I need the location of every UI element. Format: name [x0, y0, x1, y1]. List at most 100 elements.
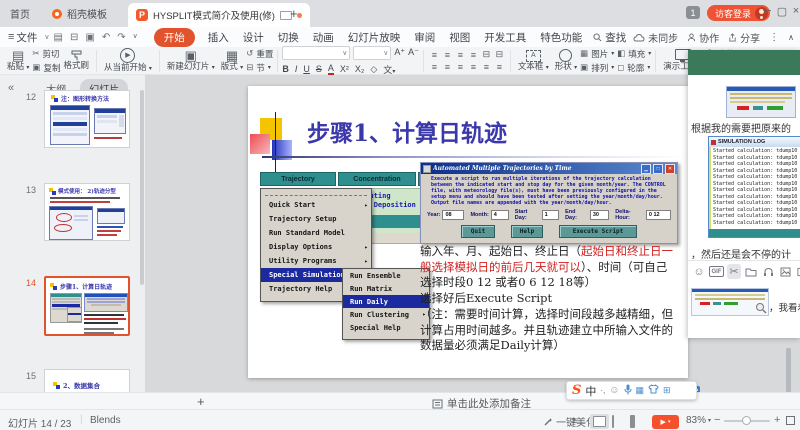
- tab-view[interactable]: 视图: [449, 30, 470, 45]
- clear-format-button[interactable]: ◇: [370, 64, 377, 75]
- section-button[interactable]: ⊟节 ▾: [246, 62, 273, 74]
- collaborate-button[interactable]: 协作: [687, 30, 719, 45]
- distribute-button[interactable]: ≡: [484, 62, 489, 72]
- notification-badge[interactable]: 1: [686, 6, 700, 19]
- minimize-button[interactable]: ─: [760, 5, 774, 17]
- canvas-scrollbar[interactable]: [786, 348, 791, 394]
- copy-button[interactable]: ▣复制: [32, 62, 60, 74]
- tab-design[interactable]: 设计: [243, 30, 264, 45]
- more-menu-icon[interactable]: ⋮: [769, 32, 779, 43]
- ime-punctuation[interactable]: ·,: [600, 386, 605, 395]
- hysplit-menu-screenshot[interactable]: or computing on, and Deposition Trajecto…: [258, 172, 422, 338]
- ime-skin-icon[interactable]: [648, 384, 659, 397]
- collapse-panel-icon[interactable]: «: [8, 82, 14, 94]
- chat-input-image[interactable]: [691, 288, 769, 316]
- ime-mode-chinese[interactable]: 中: [585, 383, 596, 399]
- font-family-select[interactable]: ∨: [282, 46, 350, 60]
- arrange-button[interactable]: ▣排列▾: [580, 62, 614, 74]
- file-menu[interactable]: 文件: [16, 30, 37, 45]
- sync-status[interactable]: 未同步: [633, 30, 678, 45]
- screenshot-scissors-icon[interactable]: ✂: [727, 264, 741, 279]
- font-size-select[interactable]: ∨: [353, 46, 391, 60]
- normal-view-button[interactable]: [590, 414, 609, 429]
- reading-view-button[interactable]: [630, 416, 635, 427]
- align-left-button[interactable]: ≡: [432, 62, 437, 72]
- slide-thumbnail-15[interactable]: 2、数据集合: [44, 369, 130, 392]
- layout-button[interactable]: ▦ 版式 ▾: [218, 49, 246, 72]
- align-right-button[interactable]: ≡: [458, 62, 463, 72]
- new-slide-button[interactable]: ▣ 新建幻灯片 ▾: [164, 49, 218, 72]
- line-spacing-button[interactable]: ≡: [497, 62, 502, 72]
- restore-button[interactable]: ▢: [775, 5, 789, 18]
- sogou-logo[interactable]: S: [572, 383, 581, 398]
- strikethrough-button[interactable]: S: [316, 64, 322, 74]
- tab-docer[interactable]: 稻壳模板: [44, 4, 115, 23]
- new-tab-button[interactable]: +: [282, 4, 306, 23]
- emoji-icon[interactable]: ☺: [692, 264, 706, 279]
- tab-start[interactable]: 开始: [154, 28, 195, 47]
- paste-button[interactable]: ▤ 粘贴 ▾: [4, 49, 32, 72]
- tab-home[interactable]: 首页: [2, 4, 38, 23]
- tab-devtools[interactable]: 开发工具: [484, 30, 526, 45]
- more-tools-icon[interactable]: [795, 264, 800, 279]
- text-direction-button[interactable]: ⊟: [496, 49, 504, 60]
- slideshow-play-button[interactable]: ▶▾: [652, 415, 679, 429]
- find-entry[interactable]: 查找: [593, 30, 626, 45]
- add-slide-button[interactable]: +: [197, 394, 205, 409]
- zoom-slider-knob[interactable]: [742, 416, 751, 425]
- chat-image-dialog[interactable]: [726, 86, 796, 118]
- bold-button[interactable]: B: [282, 64, 289, 74]
- play-from-current-button[interactable]: ▶ 从当前开始 ▾: [101, 48, 155, 73]
- increase-font-button[interactable]: A⁺: [394, 47, 405, 58]
- slide-body-text[interactable]: 输入年、月、起始日、终止日（起始日和终止日一般选择模拟日的前后几天就可以）、时间…: [420, 244, 678, 306]
- hamburger-icon[interactable]: ≡: [8, 31, 14, 43]
- format-painter-button[interactable]: 格式刷: [60, 50, 92, 70]
- ime-keyboard-icon[interactable]: ▦: [636, 385, 645, 396]
- more-caret-icon[interactable]: ∨: [133, 32, 138, 43]
- theme-name[interactable]: Blends: [90, 415, 121, 426]
- justify-button[interactable]: ≡: [471, 62, 476, 72]
- phonetic-button[interactable]: 文▾: [383, 63, 395, 76]
- chat-window-header[interactable]: [688, 50, 800, 75]
- hysplit-dialog-screenshot[interactable]: Automated Multiple Trajectories by Time …: [420, 162, 678, 244]
- cut-button[interactable]: ✂剪切: [32, 48, 60, 60]
- print-icon[interactable]: ⊟: [70, 32, 78, 43]
- columns-button[interactable]: ⊟: [483, 49, 491, 60]
- file-folder-icon[interactable]: [744, 264, 758, 279]
- save-icon[interactable]: ▤: [54, 32, 63, 43]
- tab-review[interactable]: 审阅: [414, 30, 435, 45]
- indent-button[interactable]: ≡: [471, 50, 476, 60]
- audio-headset-icon[interactable]: [761, 264, 775, 279]
- decrease-font-button[interactable]: A⁻: [408, 47, 419, 58]
- reset-button[interactable]: ↺重置: [246, 48, 273, 60]
- sidebar-scrollbar[interactable]: [140, 90, 144, 285]
- underline-button[interactable]: U: [303, 64, 310, 74]
- slide-title[interactable]: 步骤1、计算日轨迹: [307, 114, 507, 148]
- numbering-button[interactable]: ≡: [445, 50, 450, 60]
- close-button[interactable]: ×: [789, 5, 800, 17]
- slide-thumbnail-13[interactable]: 模式使用： 2)轨迹分型: [44, 183, 130, 241]
- notes-toggle-icon[interactable]: ≡: [572, 416, 578, 427]
- align-center-button[interactable]: ≡: [445, 62, 450, 72]
- tab-transition[interactable]: 切换: [278, 30, 299, 45]
- redo-icon[interactable]: ↷: [117, 32, 125, 43]
- tab-slideshow[interactable]: 幻灯片放映: [348, 30, 401, 45]
- ime-emoji-icon[interactable]: ☺: [609, 385, 619, 396]
- outdent-button[interactable]: ≡: [458, 50, 463, 60]
- preview-icon[interactable]: ▣: [85, 32, 94, 43]
- tab-animation[interactable]: 动画: [313, 30, 334, 45]
- collapse-ribbon-icon[interactable]: ∧: [788, 33, 794, 42]
- outline-button[interactable]: ◻轮廓▾: [617, 62, 650, 74]
- ime-toolbox-icon[interactable]: ⊞: [663, 385, 671, 396]
- fill-button[interactable]: ◧填充▾: [617, 48, 651, 60]
- slide-thumbnail-12[interactable]: 注：图形转换方法: [44, 90, 130, 148]
- tab-insert[interactable]: 插入: [208, 30, 229, 45]
- slide-thumbnail-14[interactable]: 步骤1、计算日轨迹: [44, 276, 130, 336]
- zoom-in-button[interactable]: +: [774, 414, 780, 426]
- zoom-level[interactable]: 83%▾: [686, 415, 711, 426]
- zoom-out-button[interactable]: −: [714, 414, 720, 426]
- tab-features[interactable]: 特色功能: [540, 30, 582, 45]
- picture-button[interactable]: ▦图片▾: [580, 48, 614, 60]
- ime-mic-icon[interactable]: [624, 384, 632, 398]
- superscript-button[interactable]: X²: [340, 64, 349, 74]
